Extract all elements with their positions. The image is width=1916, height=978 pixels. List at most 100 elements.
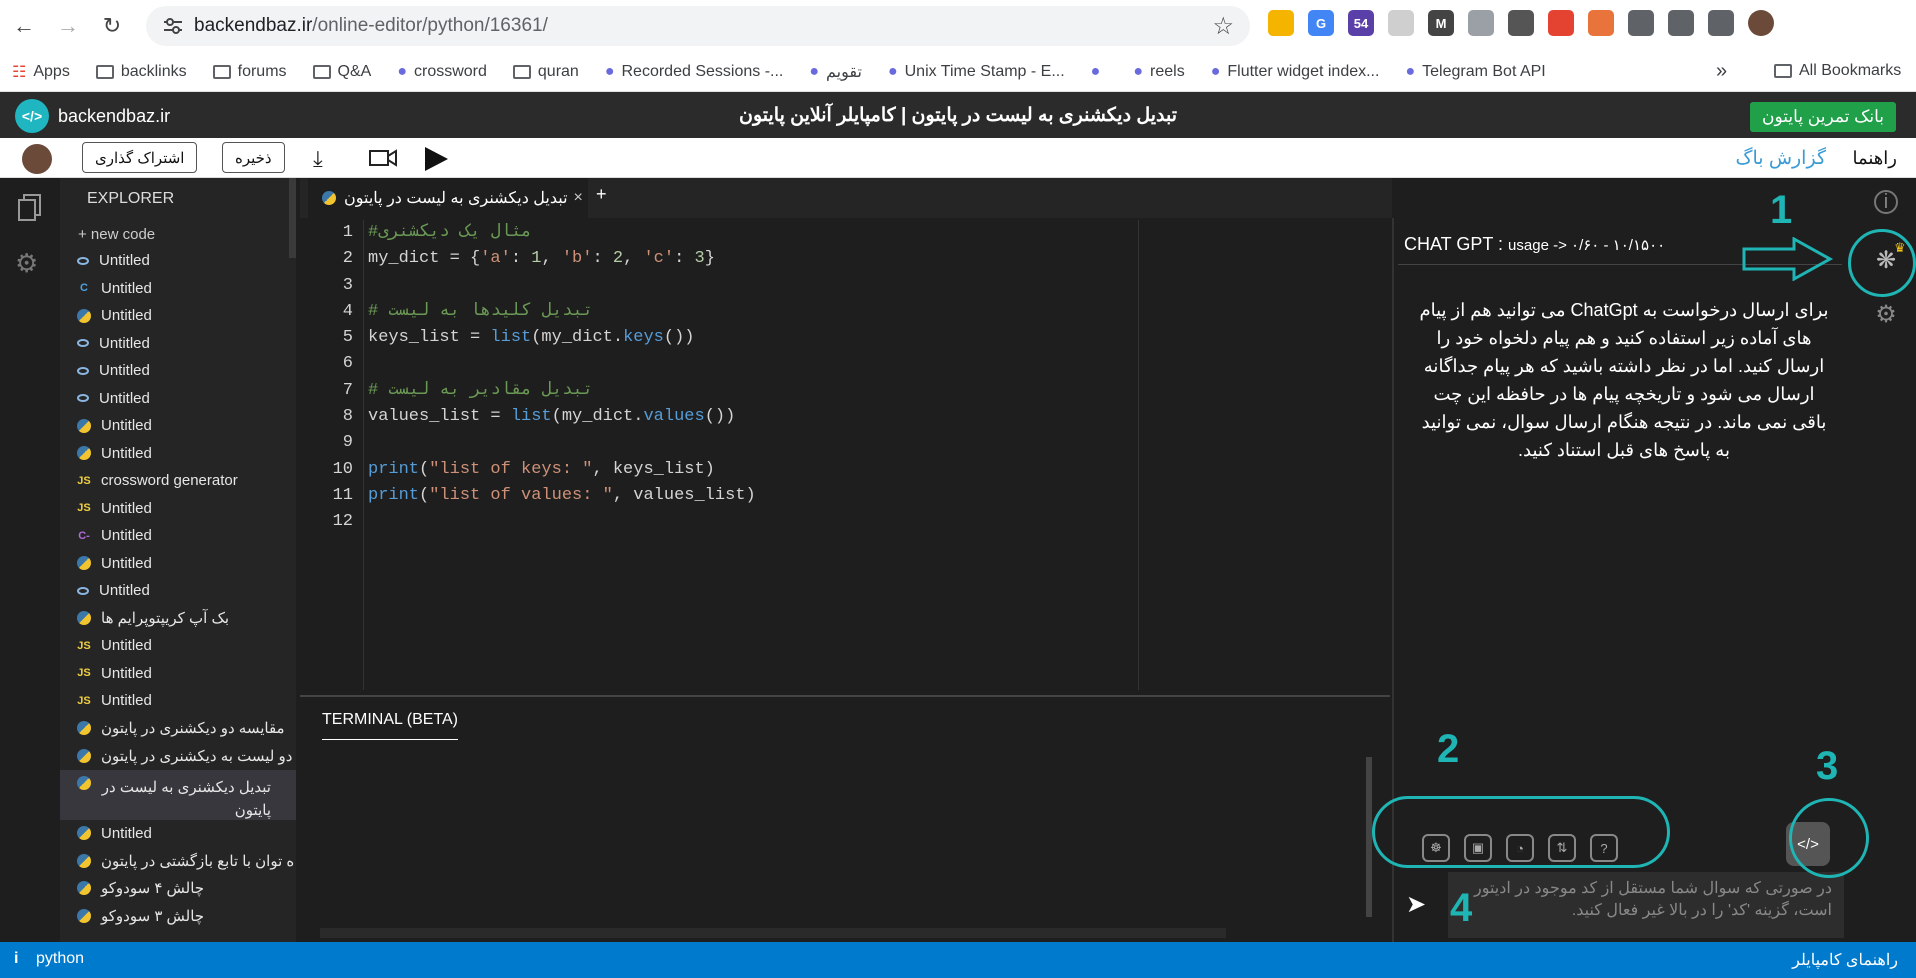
terminal-title[interactable]: TERMINAL (BETA) [322,711,459,740]
save-button[interactable]: ذخیره [222,142,285,173]
record-video-icon[interactable] [369,149,397,167]
send-button[interactable]: ➤ [1396,878,1436,930]
explorer-scrollbar[interactable] [289,178,296,258]
reload-icon[interactable]: ↻ [94,8,130,44]
file-item[interactable]: JS Untitled [60,632,296,660]
file-item[interactable]: Untitled [60,330,296,358]
code-line[interactable]: # تبدیل مقادیر به لیست [368,378,756,404]
new-code-button[interactable]: + new code [78,226,296,243]
code-editor[interactable]: 1 2 3 4 5 6 7 8 9 10 11 12 #مثال یک دیکشنری my_dict … [300,220,1390,690]
moon-icon[interactable] [1388,10,1414,36]
bookmark-item[interactable]: backlinks [95,63,187,81]
run-play-icon[interactable] [423,146,449,172]
shield-icon[interactable] [1468,10,1494,36]
form-icon[interactable] [1508,10,1534,36]
bookmark-item[interactable]: ● Telegram Bot API [1405,63,1545,81]
file-item[interactable]: Untitled [60,440,296,468]
file-item[interactable]: دو لیست به دیکشنری در پایتون [60,742,296,770]
language-indicator[interactable]: python [36,950,84,968]
code-line[interactable]: my_dict = {'a': 1, 'b': 2, 'c': 3} [368,246,756,272]
code-line[interactable]: values_list = list(my_dict.values()) [368,404,756,430]
file-item[interactable]: JS crossword generator [60,467,296,495]
file-item[interactable]: چالش ۴ سودوکو [60,875,296,903]
settings-gear-icon[interactable]: ⚙ [1872,300,1900,328]
code-line[interactable] [368,273,756,299]
file-item[interactable]: ه توان با تابع بازگشتی در پایتون [60,847,296,875]
bookmark-item[interactable]: ☷ Apps [12,62,70,82]
bookmark-item[interactable]: ● reels [1133,63,1184,81]
code-content[interactable]: #مثال یک دیکشنری my_dict = {'a': 1, 'b': … [368,220,756,536]
download-icon[interactable]: ⤓ [313,146,323,172]
badge-icon[interactable]: 54 [1348,10,1374,36]
bookmark-star-icon[interactable]: ☆ [1212,12,1234,41]
settings-gear-icon[interactable]: ⚙ [15,248,38,279]
bookmark-item[interactable]: Q&A [312,63,371,81]
code-line[interactable] [368,509,756,535]
info-icon[interactable]: i [1874,190,1898,214]
file-item[interactable]: Untitled [60,247,296,275]
bookmark-item[interactable]: ● Recorded Sessions -... [605,63,784,81]
profile-avatar[interactable] [1748,10,1774,36]
translate-icon[interactable]: G [1308,10,1334,36]
forward-icon[interactable]: → [50,8,86,44]
file-item[interactable]: چالش ۳ سودوکو [60,902,296,930]
avatar[interactable] [22,144,52,174]
bookmark-item[interactable]: ● [1091,63,1108,81]
terminal-vertical-scrollbar[interactable] [1366,757,1372,917]
lightning-icon[interactable] [1268,10,1294,36]
bookmark-item[interactable]: ● crossword [397,63,487,81]
python-file-icon [77,721,91,736]
info-icon[interactable]: i [14,950,18,968]
tab-active-file[interactable]: تبدیل دیکشنری به لیست در پایتون × [308,178,588,218]
file-item[interactable]: C- Untitled [60,522,296,550]
code-line[interactable] [368,351,756,377]
file-item[interactable]: Untitled [60,302,296,330]
code-line[interactable]: print("list of keys: ", keys_list) [368,457,756,483]
terminal-horizontal-scrollbar[interactable] [320,928,1226,938]
address-bar[interactable]: backendbaz.ir/online-editor/python/16361… [146,6,1250,46]
bookmarks-more[interactable]: » [1716,60,1727,83]
code-line[interactable] [368,430,756,456]
files-icon[interactable] [18,194,42,222]
chat-input[interactable]: در صورتی که سوال شما مستقل از کد موجود د… [1448,872,1844,938]
puzzle-icon[interactable] [1628,10,1654,36]
bug-report-link[interactable]: گزارش باگ [1735,147,1826,170]
gmail-icon[interactable]: M [1428,10,1454,36]
file-item[interactable]: Untitled [60,550,296,578]
code-line[interactable]: # تبدیل کلیدها به لیست [368,299,756,325]
file-item[interactable]: JS Untitled [60,660,296,688]
close-tab-icon[interactable]: × [574,189,583,207]
code-line[interactable]: keys_list = list(my_dict.keys()) [368,325,756,351]
megaphone-icon[interactable] [1588,10,1614,36]
file-item[interactable]: مقایسه دو دیکشنری در پایتون [60,715,296,743]
file-item[interactable]: JS Untitled [60,687,296,715]
guide-link[interactable]: راهنما [1852,148,1897,169]
exercise-bank-button[interactable]: بانک تمرین پایتون [1750,102,1896,132]
bookmark-item[interactable]: ● تقویم [809,62,862,82]
file-item[interactable]: بک آپ کریپتوپرایم ها [60,605,296,633]
all-bookmarks[interactable]: All Bookmarks [1774,62,1901,80]
share-button[interactable]: اشتراک گذاری [82,142,198,173]
playlist-icon[interactable] [1668,10,1694,36]
file-item[interactable]: Untitled [60,820,296,848]
bookmark-item[interactable]: ● Unix Time Stamp - E... [888,63,1065,81]
file-item[interactable]: Untitled [60,412,296,440]
sidepanel-icon[interactable] [1708,10,1734,36]
code-line[interactable]: print("list of values: ", values_list) [368,483,756,509]
todoist-icon[interactable] [1548,10,1574,36]
file-item[interactable]: Untitled [60,577,296,605]
site-settings-icon[interactable] [164,18,182,34]
file-item[interactable]: Untitled [60,385,296,413]
bookmark-item[interactable]: quran [512,63,579,81]
terminal-panel[interactable]: TERMINAL (BETA) [300,695,1390,942]
file-item[interactable]: JS Untitled [60,495,296,523]
file-item[interactable]: C Untitled [60,275,296,303]
compiler-guide-link[interactable]: راهنمای کامپایلر [1792,950,1898,970]
file-item[interactable]: تبدیل دیکشنری به لیست در پایتون [60,769,296,820]
file-item[interactable]: Untitled [60,357,296,385]
add-tab-button[interactable]: + [596,184,607,205]
bookmark-item[interactable]: ● Flutter widget index... [1211,63,1380,81]
code-line[interactable]: #مثال یک دیکشنری [368,220,756,246]
bookmark-item[interactable]: forums [212,63,287,81]
back-icon[interactable]: ← [6,8,42,44]
